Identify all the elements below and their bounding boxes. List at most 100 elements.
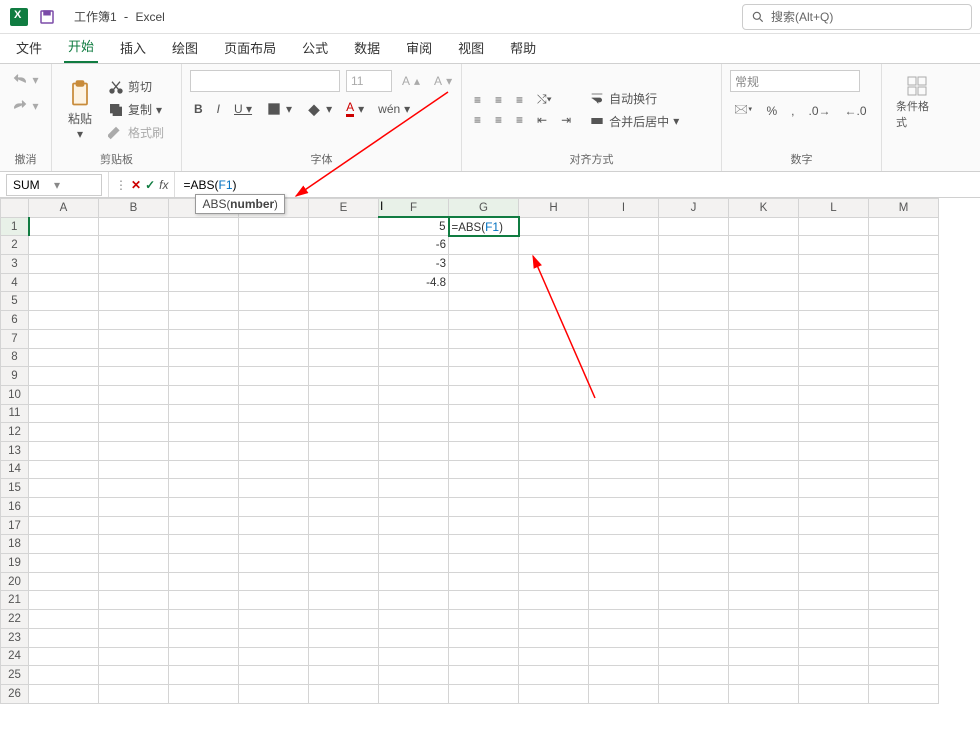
cell-M2[interactable] (869, 236, 939, 255)
cell-A8[interactable] (29, 348, 99, 367)
cell-M15[interactable] (869, 479, 939, 498)
cell-B15[interactable] (99, 479, 169, 498)
cell-L17[interactable] (799, 516, 869, 535)
cell-G5[interactable] (449, 292, 519, 311)
cell-B16[interactable] (99, 498, 169, 517)
cell-D7[interactable] (239, 329, 309, 348)
cell-J23[interactable] (659, 628, 729, 647)
cell-F18[interactable] (379, 535, 449, 554)
cell-C10[interactable] (169, 385, 239, 404)
cell-G6[interactable] (449, 311, 519, 330)
cell-C17[interactable] (169, 516, 239, 535)
col-header-M[interactable]: M (869, 199, 939, 218)
cell-J13[interactable] (659, 441, 729, 460)
cell-L1[interactable] (799, 217, 869, 236)
col-header-H[interactable]: H (519, 199, 589, 218)
cell-F13[interactable] (379, 441, 449, 460)
cell-D19[interactable] (239, 554, 309, 573)
cell-D11[interactable] (239, 404, 309, 423)
cell-I4[interactable] (589, 273, 659, 292)
col-header-A[interactable]: A (29, 199, 99, 218)
row-header-1[interactable]: 1 (1, 217, 29, 236)
cell-E16[interactable] (309, 498, 379, 517)
cell-F9[interactable] (379, 367, 449, 386)
cell-E15[interactable] (309, 479, 379, 498)
dec-decimal-button[interactable]: ←.0 (841, 102, 871, 120)
row-header-22[interactable]: 22 (1, 610, 29, 629)
cell-H7[interactable] (519, 329, 589, 348)
cell-A26[interactable] (29, 684, 99, 703)
row-header-6[interactable]: 6 (1, 311, 29, 330)
cell-L7[interactable] (799, 329, 869, 348)
cell-A22[interactable] (29, 610, 99, 629)
cell-B9[interactable] (99, 367, 169, 386)
menu-draw[interactable]: 绘图 (168, 32, 202, 63)
cell-E3[interactable] (309, 255, 379, 274)
cell-J25[interactable] (659, 666, 729, 685)
cell-A2[interactable] (29, 236, 99, 255)
cell-L2[interactable] (799, 236, 869, 255)
cell-A13[interactable] (29, 441, 99, 460)
cell-J5[interactable] (659, 292, 729, 311)
col-header-F[interactable]: F (379, 199, 449, 218)
cell-G1[interactable]: =ABS(F1) (449, 217, 519, 236)
cell-E9[interactable] (309, 367, 379, 386)
cell-M19[interactable] (869, 554, 939, 573)
align-bottom-button[interactable]: ≡ (512, 91, 527, 109)
cell-G22[interactable] (449, 610, 519, 629)
cell-J6[interactable] (659, 311, 729, 330)
cell-F17[interactable] (379, 516, 449, 535)
cell-J16[interactable] (659, 498, 729, 517)
cell-A21[interactable] (29, 591, 99, 610)
cell-J2[interactable] (659, 236, 729, 255)
cell-K1[interactable] (729, 217, 799, 236)
cell-E7[interactable] (309, 329, 379, 348)
cell-J15[interactable] (659, 479, 729, 498)
cell-C5[interactable] (169, 292, 239, 311)
cell-C11[interactable] (169, 404, 239, 423)
cell-M5[interactable] (869, 292, 939, 311)
cell-I24[interactable] (589, 647, 659, 666)
font-color-button[interactable]: A▾ (342, 98, 368, 119)
cell-L16[interactable] (799, 498, 869, 517)
cell-M1[interactable] (869, 217, 939, 236)
formula-input[interactable]: =ABS(F1) ABS(number) (175, 172, 980, 197)
cell-B7[interactable] (99, 329, 169, 348)
row-header-14[interactable]: 14 (1, 460, 29, 479)
conditional-format-button[interactable]: 条件格式 (890, 70, 944, 134)
cell-D1[interactable] (239, 217, 309, 236)
cell-F23[interactable] (379, 628, 449, 647)
row-header-3[interactable]: 3 (1, 255, 29, 274)
cell-I21[interactable] (589, 591, 659, 610)
cell-B17[interactable] (99, 516, 169, 535)
cell-I6[interactable] (589, 311, 659, 330)
percent-button[interactable]: % (762, 102, 781, 120)
cell-L3[interactable] (799, 255, 869, 274)
cell-A5[interactable] (29, 292, 99, 311)
cell-H19[interactable] (519, 554, 589, 573)
cell-G7[interactable] (449, 329, 519, 348)
menu-insert[interactable]: 插入 (116, 32, 150, 63)
cell-K10[interactable] (729, 385, 799, 404)
cell-I15[interactable] (589, 479, 659, 498)
cell-L5[interactable] (799, 292, 869, 311)
cell-L10[interactable] (799, 385, 869, 404)
cell-F25[interactable] (379, 666, 449, 685)
cell-A19[interactable] (29, 554, 99, 573)
cell-D16[interactable] (239, 498, 309, 517)
italic-button[interactable]: I (213, 100, 224, 118)
cell-K26[interactable] (729, 684, 799, 703)
comma-button[interactable]: , (787, 102, 798, 120)
row-header-21[interactable]: 21 (1, 591, 29, 610)
cell-A9[interactable] (29, 367, 99, 386)
cell-L8[interactable] (799, 348, 869, 367)
cell-F19[interactable] (379, 554, 449, 573)
col-header-I[interactable]: I (589, 199, 659, 218)
cell-L23[interactable] (799, 628, 869, 647)
cell-J21[interactable] (659, 591, 729, 610)
cell-J14[interactable] (659, 460, 729, 479)
redo-button[interactable]: ▾ (8, 96, 42, 116)
cell-H23[interactable] (519, 628, 589, 647)
cell-B8[interactable] (99, 348, 169, 367)
cell-J10[interactable] (659, 385, 729, 404)
